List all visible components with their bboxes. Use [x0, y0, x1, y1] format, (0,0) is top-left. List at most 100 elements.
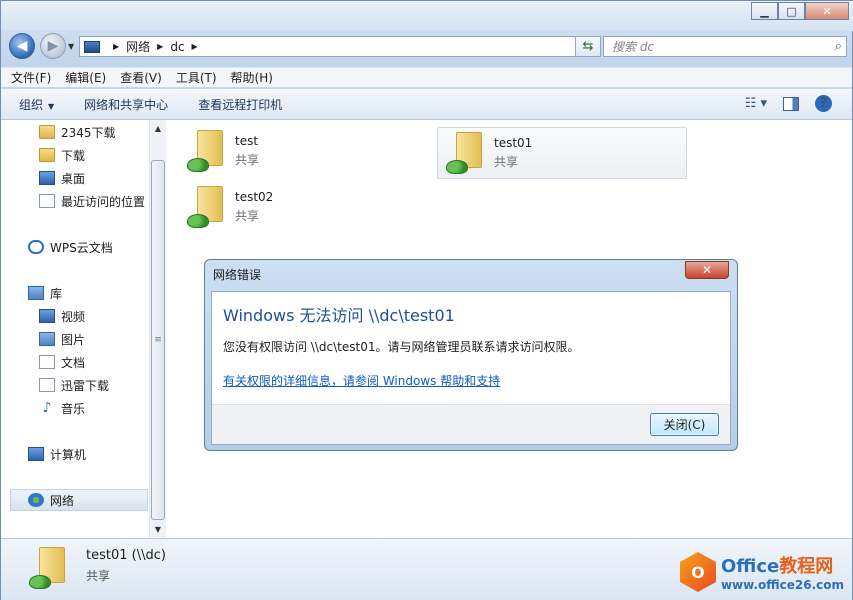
scroll-down-icon[interactable]: ▼	[150, 521, 166, 538]
breadcrumb-dc[interactable]: dc	[170, 40, 184, 54]
breadcrumb-separator-icon[interactable]: ▶	[113, 42, 119, 51]
remote-printers-button[interactable]: 查看远程打印机	[198, 96, 282, 113]
network-error-dialog: 网络错误 ✕ Windows 无法访问 \\dc\test01 您没有权限访问 …	[204, 259, 738, 451]
view-controls: ☷ ▾ ?	[729, 95, 832, 112]
dialog-message: 您没有权限访问 \\dc\test01。请与网络管理员联系请求访问权限。	[223, 340, 580, 354]
sidebar-item-computer[interactable]: 计算机	[1, 443, 149, 465]
breadcrumb-network[interactable]: 网络	[126, 38, 150, 55]
shared-folder-icon	[29, 545, 69, 591]
sidebar-item-2345-downloads[interactable]: 2345下载	[1, 121, 149, 143]
music-icon: ♪	[42, 400, 52, 416]
desktop-icon	[39, 171, 55, 185]
menu-tools[interactable]: 工具(T)	[176, 69, 217, 86]
cloud-icon	[28, 240, 44, 254]
window-close-button[interactable]: ✕	[805, 2, 849, 20]
sidebar-item-thunder-downloads[interactable]: 迅雷下载	[1, 374, 149, 396]
scrollbar-thumb[interactable]: ≡	[151, 160, 165, 520]
menu-file[interactable]: 文件(F)	[11, 69, 51, 86]
close-icon: ✕	[701, 263, 713, 277]
video-icon	[39, 309, 55, 323]
menu-bar: 文件(F) 编辑(E) 查看(V) 工具(T) 帮助(H)	[1, 67, 852, 88]
organize-label: 组织	[19, 97, 44, 112]
watermark-url: www.office26.com	[720, 578, 844, 592]
preview-pane-icon[interactable]	[783, 96, 799, 111]
title-bar: ▁ □ ✕	[1, 1, 853, 31]
back-arrow-icon: ◀	[16, 38, 28, 54]
shared-folder-icon	[187, 184, 227, 230]
chevron-down-icon: ▼	[48, 101, 55, 111]
sidebar-item-wps-cloud[interactable]: WPS云文档	[1, 236, 149, 258]
dialog-body: Windows 无法访问 \\dc\test01 您没有权限访问 \\dc\te…	[211, 291, 731, 445]
details-type: 共享	[86, 569, 111, 583]
back-button[interactable]: ◀	[9, 33, 35, 59]
breadcrumb-separator-icon[interactable]: ▶	[192, 42, 198, 51]
sidebar-item-documents[interactable]: 文档	[1, 351, 149, 373]
maximize-button[interactable]: □	[778, 2, 805, 20]
details-pane: test01 (\\dc) 共享 O Office教程网 www.office2…	[1, 538, 852, 600]
share-type: 共享	[494, 155, 519, 169]
recent-places-icon	[39, 194, 55, 208]
navigation-pane: 2345下载 下载 桌面 最近访问的位置 WPS云文档 库 视频 图片 文档 迅…	[1, 120, 166, 538]
caption-buttons: ▁ □ ✕	[751, 2, 849, 20]
sidebar-scrollbar[interactable]: ▲ ≡ ▼	[149, 120, 166, 538]
dialog-heading: Windows 无法访问 \\dc\test01	[223, 306, 455, 325]
dialog-close-button[interactable]: ✕	[685, 261, 729, 279]
sidebar-item-label: 下载	[61, 148, 86, 163]
documents-icon	[39, 355, 55, 369]
sidebar-item-pictures[interactable]: 图片	[1, 328, 149, 350]
sidebar-item-desktop[interactable]: 桌面	[1, 167, 149, 189]
sidebar-item-recent-places[interactable]: 最近访问的位置	[1, 190, 149, 212]
forward-button[interactable]: ▶	[40, 33, 66, 59]
recent-pages-dropdown-icon[interactable]: ▼	[68, 42, 74, 51]
network-location-icon	[84, 40, 100, 53]
sidebar-item-videos[interactable]: 视频	[1, 305, 149, 327]
navigation-bar: ◀ ▶ ▼ ▶ 网络 ▶ dc ▶ ▼ ⇆ 搜索 dc ⌕	[9, 33, 849, 61]
downloads-icon	[39, 148, 55, 162]
computer-icon	[28, 447, 44, 461]
help-icon[interactable]: ?	[815, 95, 832, 112]
dialog-title: 网络错误	[213, 268, 262, 282]
details-name: test01 (\\dc)	[86, 548, 166, 563]
breadcrumb-separator-icon[interactable]: ▶	[157, 42, 163, 51]
office-logo-icon: O	[679, 552, 716, 592]
address-bar[interactable]: ▶ 网络 ▶ dc ▶ ▼	[79, 36, 599, 57]
share-type: 共享	[235, 153, 260, 167]
search-input[interactable]: 搜索 dc ⌕	[603, 36, 847, 57]
share-item-test[interactable]: test 共享	[179, 126, 429, 178]
watermark-logo: O Office教程网 www.office26.com	[679, 552, 844, 592]
shared-folder-icon	[446, 130, 486, 176]
refresh-button[interactable]: ⇆	[575, 36, 601, 57]
minimize-button[interactable]: ▁	[751, 2, 778, 20]
menu-edit[interactable]: 编辑(E)	[65, 69, 106, 86]
organize-button[interactable]: 组织 ▼	[19, 96, 54, 113]
menu-help[interactable]: 帮助(H)	[231, 69, 273, 86]
menu-view[interactable]: 查看(V)	[120, 69, 162, 86]
scroll-up-icon[interactable]: ▲	[150, 120, 166, 137]
sidebar-item-label: 2345下载	[61, 125, 116, 140]
search-icon[interactable]: ⌕	[835, 39, 842, 54]
command-bar: 组织 ▼ 网络和共享中心 查看远程打印机 ☷ ▾ ?	[1, 89, 852, 120]
share-name: test	[235, 134, 259, 148]
sidebar-item-downloads[interactable]: 下载	[1, 144, 149, 166]
sidebar-item-library[interactable]: 库	[1, 282, 149, 304]
sidebar-item-network[interactable]: 网络	[10, 489, 148, 511]
sidebar-item-label: 音乐	[61, 401, 86, 416]
sidebar-item-label: 桌面	[61, 171, 86, 186]
help-link[interactable]: 有关权限的详细信息，请参阅 Windows 帮助和支持	[223, 372, 500, 389]
folder-icon	[39, 125, 55, 139]
refresh-icon: ⇆	[582, 39, 594, 54]
pictures-icon	[39, 332, 55, 346]
thunder-download-icon	[39, 378, 55, 392]
sidebar-item-label: 文档	[61, 355, 86, 370]
share-item-test02[interactable]: test02 共享	[179, 182, 429, 234]
share-item-test01[interactable]: test01 共享	[437, 127, 687, 179]
change-view-icon[interactable]: ☷ ▾	[745, 96, 767, 111]
network-center-button[interactable]: 网络和共享中心	[84, 96, 168, 113]
library-icon	[28, 286, 44, 300]
sidebar-item-music[interactable]: ♪ 音乐	[1, 397, 149, 419]
close-button[interactable]: 关闭(C)	[650, 413, 719, 436]
sidebar-item-label: 最近访问的位置	[61, 194, 146, 209]
network-icon	[28, 493, 44, 507]
share-type: 共享	[235, 209, 260, 223]
sidebar-item-label: 网络	[50, 493, 75, 508]
